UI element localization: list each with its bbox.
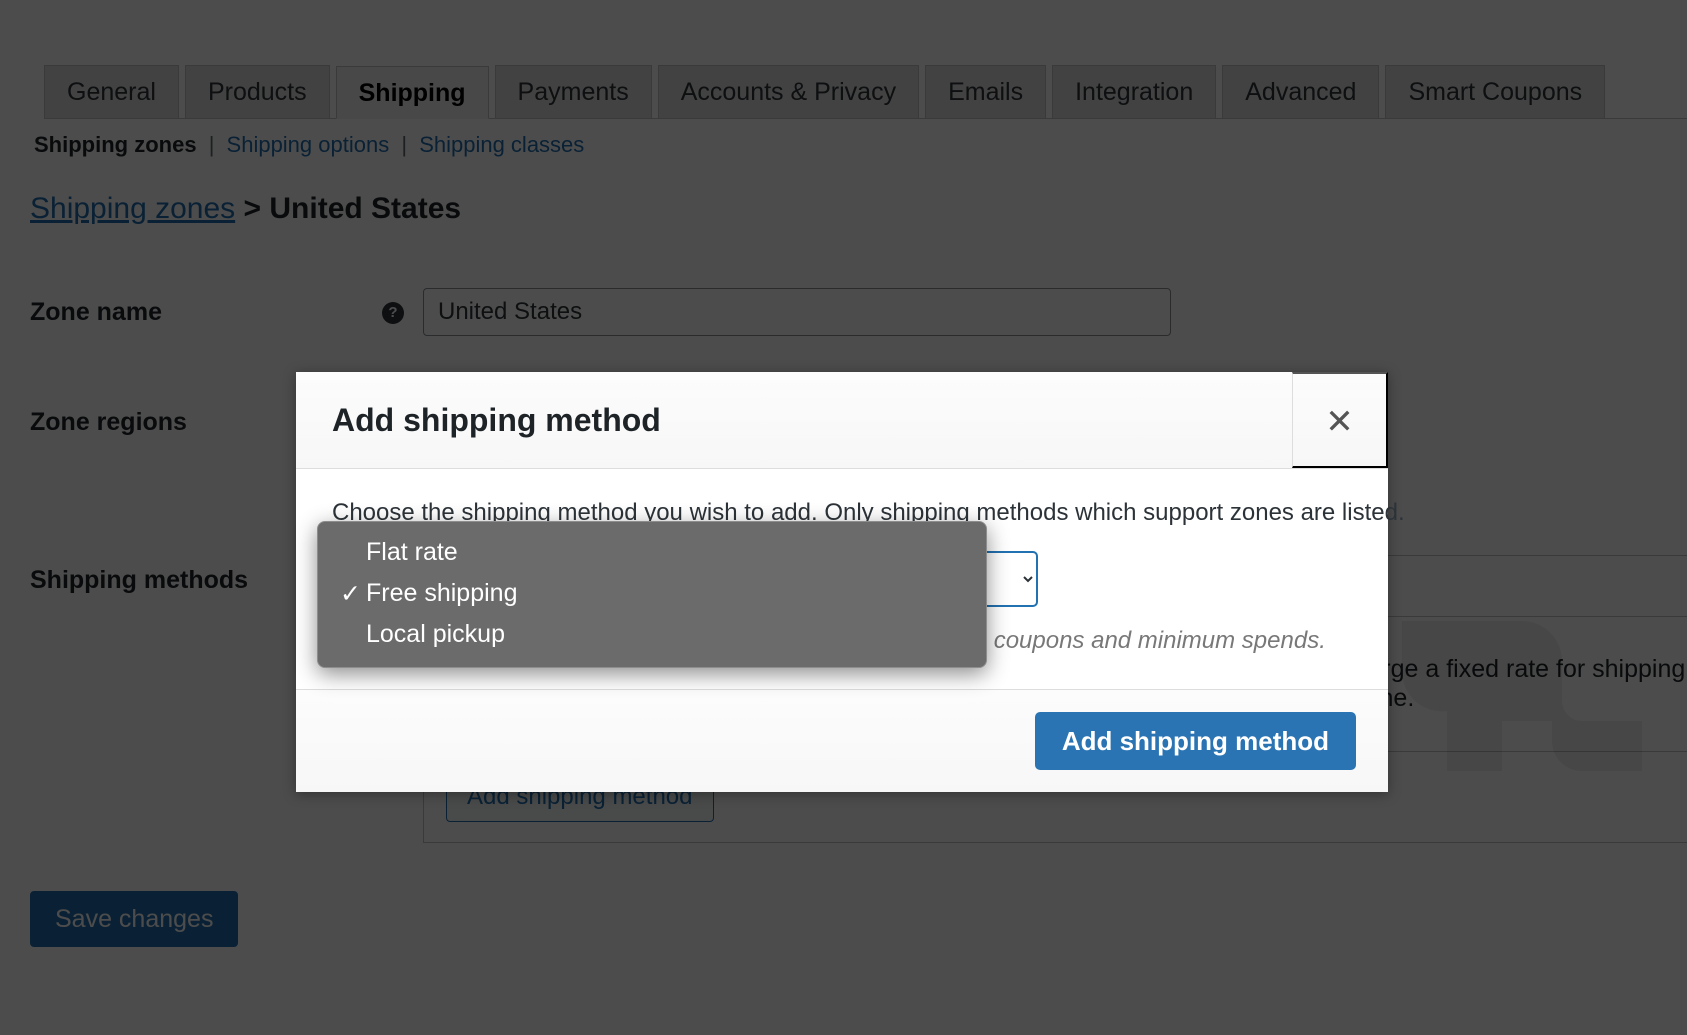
modal-footer: Add shipping method [296,689,1388,793]
modal-submit-button[interactable]: Add shipping method [1034,712,1356,771]
modal-header: Add shipping method ✕ [296,372,1388,469]
check-icon: ✓ [340,579,361,608]
modal-title: Add shipping method [332,401,661,438]
dropdown-option-local-pickup[interactable]: Local pickup [318,614,986,655]
close-icon[interactable]: ✕ [1292,372,1388,468]
dropdown-option-free-shipping[interactable]: ✓ Free shipping [318,573,986,614]
dropdown-option-label: Flat rate [366,538,458,566]
shipping-method-dropdown-popup[interactable]: Flat rate ✓ Free shipping Local pickup [317,521,987,668]
dropdown-option-label: Local pickup [366,620,505,648]
dropdown-option-flat-rate[interactable]: Flat rate [318,532,986,573]
dropdown-option-label: Free shipping [366,579,518,607]
